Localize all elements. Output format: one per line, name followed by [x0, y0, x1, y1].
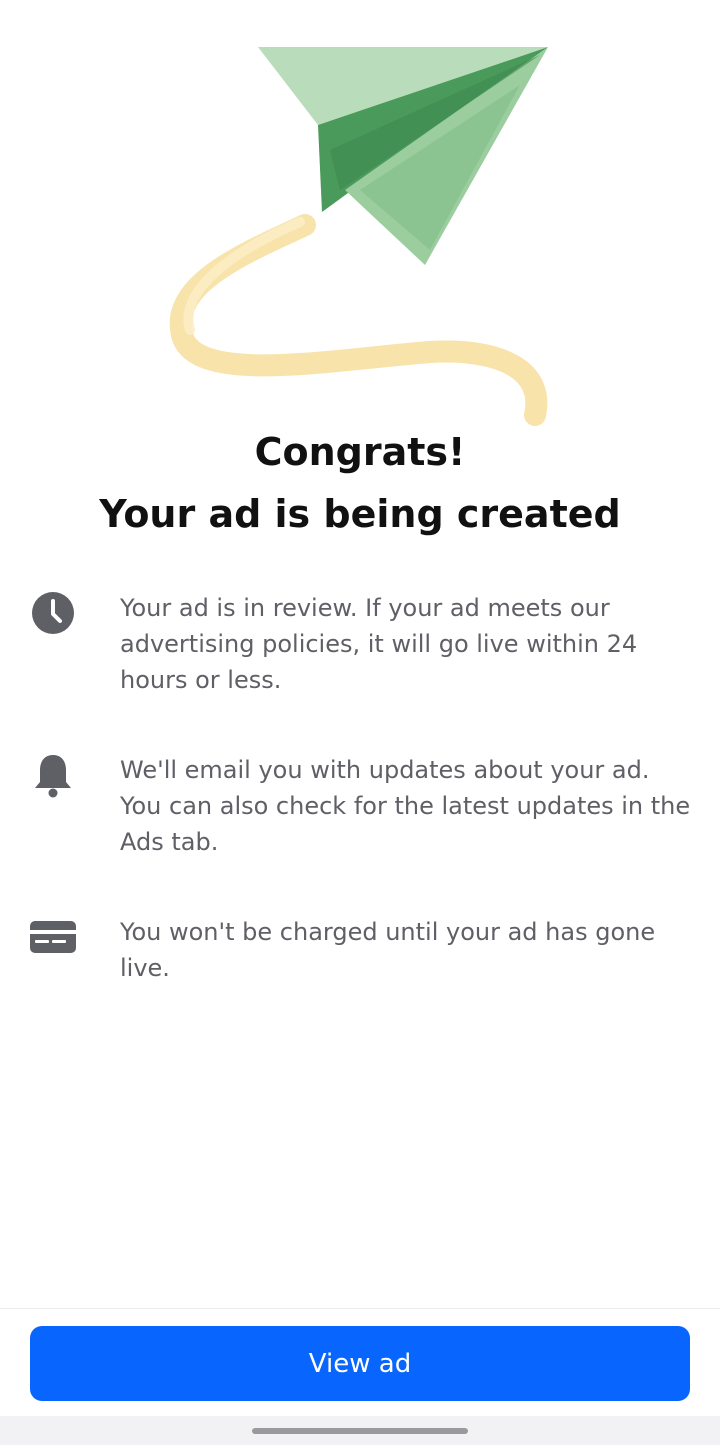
info-text-email: We'll email you with updates about your …: [120, 756, 691, 856]
info-text-charge: You won't be charged until your ad has g…: [120, 918, 656, 982]
ad-created-screen: Congrats! Your ad is being created Your …: [0, 0, 720, 1445]
paper-plane-icon: [169, 47, 548, 426]
bell-icon: [30, 752, 76, 798]
info-text-review: Your ad is in review. If your ad meets o…: [120, 594, 638, 694]
credit-card-icon: [30, 914, 76, 960]
page-title: Congrats!: [254, 430, 466, 474]
paper-plane-illustration: [0, 0, 720, 430]
system-nav-bar: [0, 1416, 720, 1445]
title-block: Congrats! Your ad is being created: [0, 420, 720, 542]
home-indicator[interactable]: [252, 1428, 468, 1434]
page-subtitle: Your ad is being created: [99, 492, 621, 536]
clock-icon: [30, 590, 76, 636]
view-ad-button[interactable]: View ad: [30, 1326, 690, 1401]
footer-divider: [0, 1308, 720, 1309]
